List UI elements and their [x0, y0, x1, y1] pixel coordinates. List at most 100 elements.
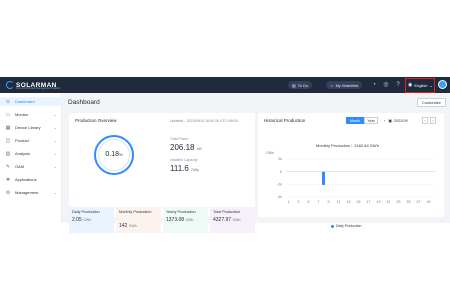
notification-icon[interactable]: ◎: [382, 81, 390, 89]
y-tick-label: 0: [280, 170, 282, 174]
next-period-button[interactable]: ›: [430, 117, 436, 124]
apps-icon: ❖: [5, 176, 11, 183]
sidebar-item-product[interactable]: ◫ Product ⌄: [0, 136, 62, 145]
card-title: Production Overview: [75, 118, 117, 123]
top-bar: SOLARMAN Smart Distributed Management Pl…: [0, 77, 450, 93]
app-screenshot: SOLARMAN Smart Distributed Management Pl…: [0, 0, 450, 300]
tile-label: Total Production: [213, 210, 241, 214]
tile-value: 1373.08 GWh: [166, 217, 193, 223]
sidebar-item-device-library[interactable]: ▦ Device Library ⌄: [0, 123, 62, 132]
x-tick-label: 13: [347, 200, 351, 204]
x-tick-label: 1: [288, 200, 290, 204]
sidebar-item-label: Product: [15, 138, 29, 143]
prev-icon: ‹: [384, 118, 386, 123]
capacity-value: 111.6 GWp: [170, 164, 199, 173]
logo-mark-icon: [6, 81, 14, 89]
monthly-production-summary: Monthly Production：2162.84 GWh: [316, 143, 379, 148]
sidebar-item-label: Management: [15, 190, 39, 195]
star-icon: ☆: [330, 82, 334, 88]
sidebar: ⊙ Dashboard ▭ Monitor ⌄ ▦ Device Library…: [0, 93, 62, 223]
product-icon: ◫: [5, 137, 11, 144]
tile-label: Monthly Production: [119, 210, 152, 214]
tile-number: 4327.97: [213, 217, 232, 223]
x-tick-label: 29: [427, 200, 431, 204]
bar-day-8[interactable]: [322, 171, 325, 185]
dashboard-icon: ⊙: [5, 98, 11, 105]
legend-swatch: [331, 224, 334, 228]
tile-unit: GWh: [232, 218, 241, 222]
x-tick-label: 9: [328, 200, 330, 204]
todo-label: To Do: [297, 82, 309, 88]
x-tick-label: 7: [318, 200, 320, 204]
monitor-icon: ▭: [5, 111, 11, 118]
total-power-label: Total Power: [170, 137, 189, 141]
sidebar-item-dashboard[interactable]: ⊙ Dashboard: [0, 97, 62, 106]
x-tick-label: 21: [387, 200, 391, 204]
tile-unit: GWh: [83, 218, 92, 222]
sidebar-item-monitor[interactable]: ▭ Monitor ⌄: [0, 110, 62, 119]
bell-icon[interactable]: ◔: [370, 81, 378, 89]
sidebar-item-label: Analysis: [15, 151, 30, 156]
avatar[interactable]: [438, 80, 447, 89]
yearly-production-tile: Yearly Production 1373.08 GWh: [163, 207, 208, 233]
chevron-down-icon: ⌄: [53, 112, 57, 117]
watchlist-button[interactable]: ☆ My Watchlist: [326, 81, 363, 89]
x-tick-label: 23: [397, 200, 401, 204]
sidebar-item-label: Dashboard: [15, 99, 35, 104]
capacity-unit: GWp: [191, 168, 200, 172]
year-toggle[interactable]: Year: [364, 117, 378, 124]
x-tick-label: 17: [367, 200, 371, 204]
chart-legend[interactable]: Daily Production: [331, 224, 361, 228]
tile-value: 142 GWh: [119, 223, 137, 229]
date-value: 2022/09: [393, 118, 408, 123]
x-tick-label: 19: [377, 200, 381, 204]
y-tick-label: -2k: [277, 183, 282, 187]
y-tick-label: 2k: [278, 157, 282, 161]
sidebar-item-om[interactable]: ✎ O&M ⌄: [0, 162, 62, 171]
sidebar-item-applications[interactable]: ❖ Applications: [0, 175, 62, 184]
month-toggle[interactable]: Month: [346, 117, 364, 124]
sidebar-item-label: Monitor: [15, 112, 29, 117]
historical-production-chart: 2k0-2k-4k1 3 5 7 9 11 13 15 17 19 21 23 25 27 29: [277, 157, 436, 204]
chevron-down-icon: ⌄: [53, 164, 57, 169]
x-tick-label: 27: [417, 200, 421, 204]
ring-unit: %: [119, 152, 123, 157]
customize-button[interactable]: Customize: [417, 98, 446, 107]
device-icon: ▦: [5, 124, 11, 131]
production-overview-card: Production Overview Updated：2022/09/14 1…: [69, 113, 255, 233]
watchlist-label: My Watchlist: [335, 82, 359, 88]
historical-production-card: Historical Production Month Year ‹ ▣ 202…: [258, 113, 444, 228]
todo-icon: ▤: [292, 82, 296, 88]
x-tick-label: 3: [298, 200, 300, 204]
sidebar-item-management[interactable]: ⚙ Management ⌄: [0, 188, 62, 197]
chevron-down-icon: ⌄: [53, 151, 57, 156]
chevron-down-icon: ⌄: [53, 125, 57, 130]
x-tick-label: 11: [337, 200, 341, 204]
todo-button[interactable]: ▤ To Do: [288, 81, 313, 89]
date-picker[interactable]: ‹ ▣ 2022/09: [384, 117, 408, 124]
analysis-icon: ▥: [5, 150, 11, 157]
chevron-down-icon: ⌄: [53, 190, 57, 195]
tile-number: 2.05: [72, 217, 82, 223]
monthly-production-tile: Monthly Production 142 GWh: [116, 207, 161, 233]
brand-subtitle: Smart Distributed Management Platform: [16, 87, 61, 90]
total-power-number: 206.18: [170, 143, 195, 152]
daily-production-tile: Daily Production 2.05 GWh: [69, 207, 114, 233]
x-tick-label: 25: [407, 200, 411, 204]
ring-number: 0.18: [105, 151, 120, 158]
help-icon[interactable]: ?: [394, 81, 402, 89]
main-content: Dashboard Customize Production Overview …: [62, 93, 450, 233]
prev-period-button[interactable]: ‹: [422, 117, 428, 124]
tile-number: 1373.08: [166, 217, 185, 223]
tile-value: 2.05 GWh: [72, 217, 91, 223]
sidebar-item-label: Device Library: [15, 125, 41, 130]
gear-icon: ⚙: [5, 189, 11, 196]
total-power-unit: kW: [196, 147, 202, 151]
page-title: Dashboard: [68, 99, 100, 106]
sidebar-item-analysis[interactable]: ▥ Analysis ⌄: [0, 149, 62, 158]
tile-value: 4327.97 GWh: [213, 217, 240, 223]
capacity-ratio-ring: 0.18%: [94, 135, 134, 175]
capacity-label: Installed Capacity: [170, 158, 198, 162]
sidebar-item-label: Applications: [15, 177, 37, 182]
x-tick-label: 5: [308, 200, 310, 204]
